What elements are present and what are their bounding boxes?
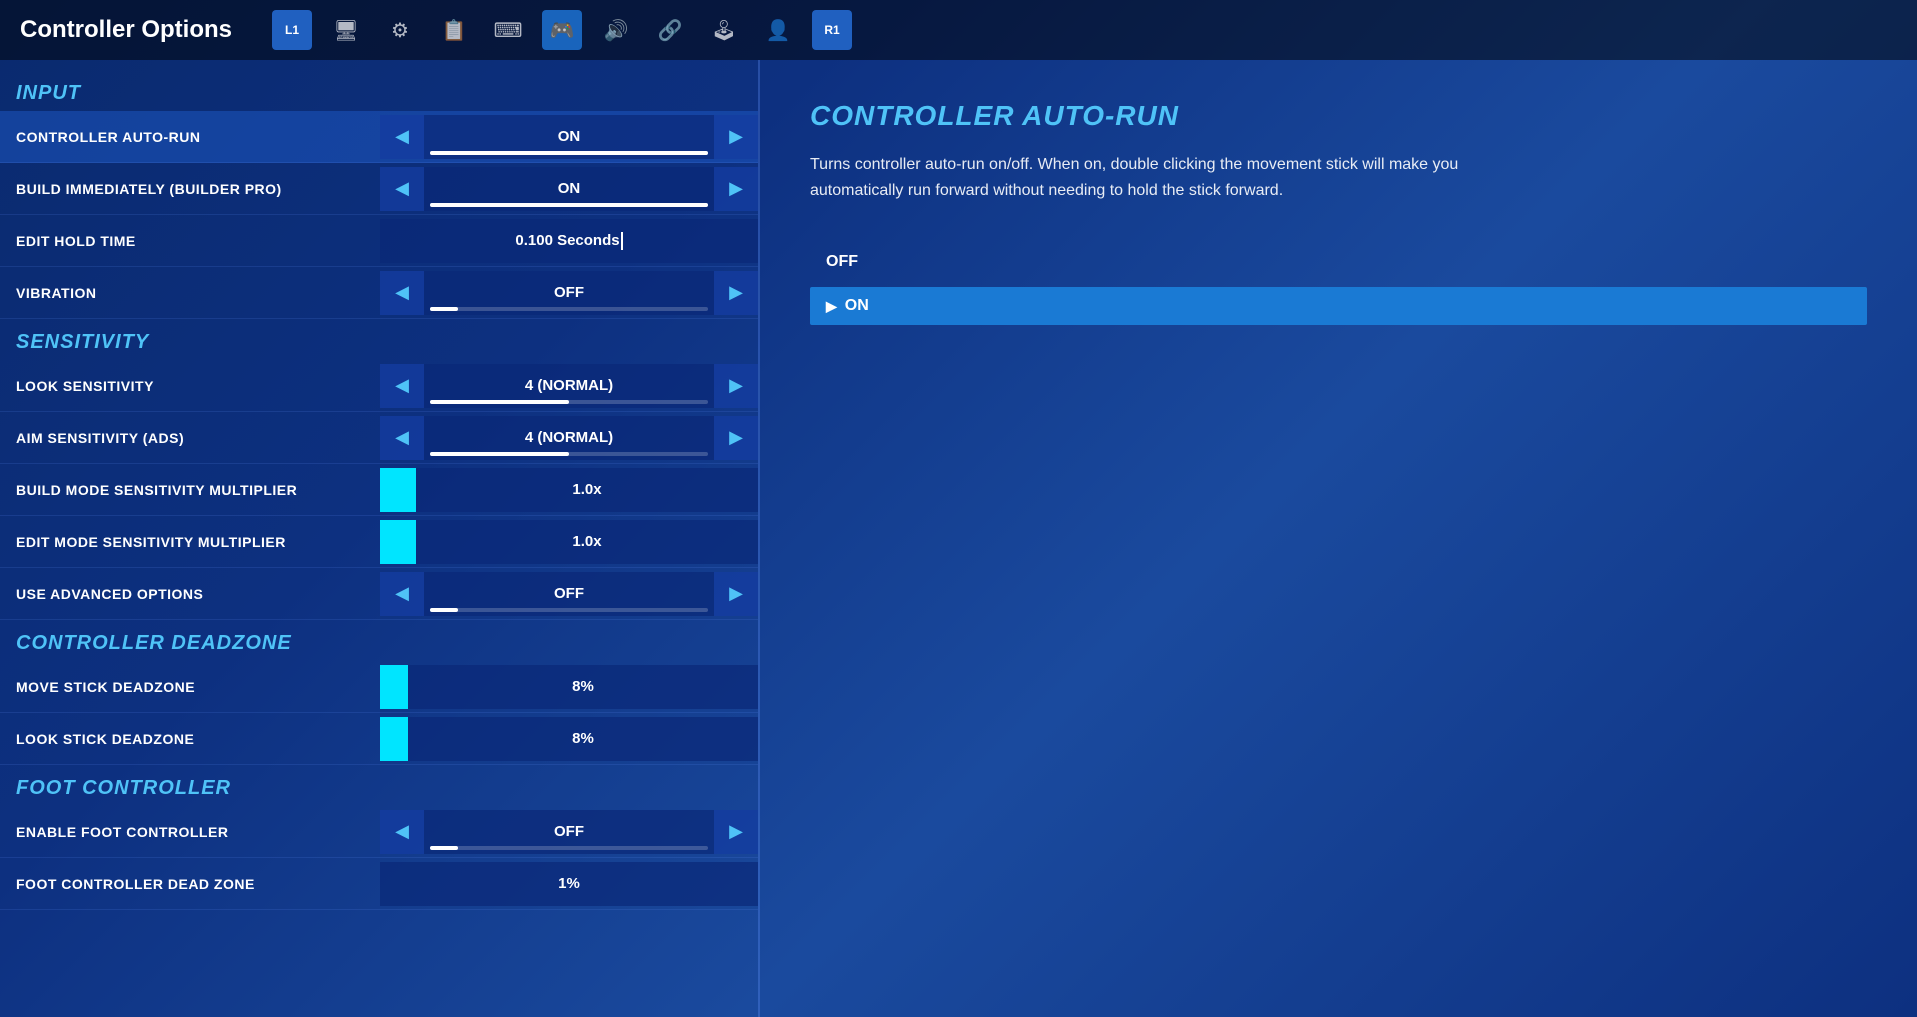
row-build-immediately[interactable]: BUILD IMMEDIATELY (BUILDER PRO)◀ON▶: [0, 163, 758, 215]
monitor-icon[interactable]: 🖥: [326, 10, 366, 50]
speaker-icon[interactable]: 🔊: [596, 10, 636, 50]
section-header-input: INPUT: [0, 70, 758, 111]
row-edit-mode-multiplier[interactable]: EDIT MODE SENSITIVITY MULTIPLIER 1.0x: [0, 516, 758, 568]
value-build-mode-multiplier: 1.0x: [416, 481, 758, 498]
label-look-stick-deadzone: LOOK STICK DEADZONE: [0, 721, 380, 757]
option-list: OFF ▶ON: [810, 243, 1867, 325]
right-panel: CONTROLLER AUTO-RUN Turns controller aut…: [760, 60, 1917, 1017]
row-edit-hold-time[interactable]: EDIT HOLD TIME0.100 Seconds: [0, 215, 758, 267]
main-layout: INPUTCONTROLLER AUTO-RUN◀ON▶BUILD IMMEDI…: [0, 60, 1917, 1017]
value-look-stick-deadzone: 8%: [408, 730, 758, 747]
row-look-stick-deadzone[interactable]: LOOK STICK DEADZONE 8%: [0, 713, 758, 765]
nav-icons: L1 🖥 ⚙ 📋 ⌨ 🎮 🔊 🔗 🕹 👤 R1: [272, 10, 852, 50]
user-icon[interactable]: 👤: [758, 10, 798, 50]
arrow-right-controller-auto-run[interactable]: ▶: [714, 115, 758, 159]
value-enable-foot-controller: OFF: [424, 810, 714, 854]
keyboard-icon[interactable]: ⌨: [488, 10, 528, 50]
gear-icon[interactable]: ⚙: [380, 10, 420, 50]
section-header-sensitivity: SENSITIVITY: [0, 319, 758, 360]
arrow-left-look-sensitivity[interactable]: ◀: [380, 364, 424, 408]
label-foot-controller-dead-zone: FOOT CONTROLLER DEAD ZONE: [0, 866, 380, 902]
R1-badge[interactable]: R1: [812, 10, 852, 50]
row-vibration[interactable]: VIBRATION◀OFF▶: [0, 267, 758, 319]
arrow-right-aim-sensitivity[interactable]: ▶: [714, 416, 758, 460]
arrow-left-build-immediately[interactable]: ◀: [380, 167, 424, 211]
bar-control-edit-mode-multiplier[interactable]: 1.0x: [380, 520, 758, 564]
deadzone-control-look-stick-deadzone[interactable]: 8%: [380, 717, 758, 761]
section-header-foot-controller: FOOT CONTROLLER: [0, 765, 758, 806]
row-look-sensitivity[interactable]: LOOK SENSITIVITY◀4 (NORMAL)▶: [0, 360, 758, 412]
arrow-left-vibration[interactable]: ◀: [380, 271, 424, 315]
arrow-left-controller-auto-run[interactable]: ◀: [380, 115, 424, 159]
page-title: Controller Options: [20, 16, 232, 44]
text-input-foot-controller-dead-zone[interactable]: 1%: [380, 862, 758, 906]
label-build-mode-multiplier: BUILD MODE SENSITIVITY MULTIPLIER: [0, 472, 380, 508]
arrow-right-use-advanced-options[interactable]: ▶: [714, 572, 758, 616]
value-vibration: OFF: [424, 271, 714, 315]
label-controller-auto-run: CONTROLLER AUTO-RUN: [0, 119, 380, 155]
top-bar: Controller Options L1 🖥 ⚙ 📋 ⌨ 🎮 🔊 🔗 🕹 👤 …: [0, 0, 1917, 60]
arrow-right-enable-foot-controller[interactable]: ▶: [714, 810, 758, 854]
label-enable-foot-controller: ENABLE FOOT CONTROLLER: [0, 814, 380, 850]
arrow-right-build-immediately[interactable]: ▶: [714, 167, 758, 211]
bar-control-build-mode-multiplier[interactable]: 1.0x: [380, 468, 758, 512]
row-enable-foot-controller[interactable]: ENABLE FOOT CONTROLLER◀OFF▶: [0, 806, 758, 858]
text-input-edit-hold-time[interactable]: 0.100 Seconds: [380, 219, 758, 263]
controller-icon[interactable]: 🎮: [542, 10, 582, 50]
row-foot-controller-dead-zone[interactable]: FOOT CONTROLLER DEAD ZONE1%: [0, 858, 758, 910]
section-header-controller-deadzone: CONTROLLER DEADZONE: [0, 620, 758, 661]
row-controller-auto-run[interactable]: CONTROLLER AUTO-RUN◀ON▶: [0, 111, 758, 163]
option-on[interactable]: ▶ON: [810, 287, 1867, 325]
left-panel: INPUTCONTROLLER AUTO-RUN◀ON▶BUILD IMMEDI…: [0, 60, 760, 1017]
label-look-sensitivity: LOOK SENSITIVITY: [0, 368, 380, 404]
L1-badge[interactable]: L1: [272, 10, 312, 50]
network-icon[interactable]: 🔗: [650, 10, 690, 50]
label-aim-sensitivity: AIM SENSITIVITY (ADS): [0, 420, 380, 456]
detail-description: Turns controller auto-run on/off. When o…: [810, 152, 1510, 203]
detail-title: CONTROLLER AUTO-RUN: [810, 100, 1867, 132]
arrow-right-look-sensitivity[interactable]: ▶: [714, 364, 758, 408]
arrow-left-enable-foot-controller[interactable]: ◀: [380, 810, 424, 854]
gamepad-icon[interactable]: 🕹: [704, 10, 744, 50]
value-look-sensitivity: 4 (NORMAL): [424, 364, 714, 408]
value-aim-sensitivity: 4 (NORMAL): [424, 416, 714, 460]
arrow-left-use-advanced-options[interactable]: ◀: [380, 572, 424, 616]
value-build-immediately: ON: [424, 167, 714, 211]
row-aim-sensitivity[interactable]: AIM SENSITIVITY (ADS)◀4 (NORMAL)▶: [0, 412, 758, 464]
option-off[interactable]: OFF: [810, 243, 1867, 281]
label-edit-mode-multiplier: EDIT MODE SENSITIVITY MULTIPLIER: [0, 524, 380, 560]
value-controller-auto-run: ON: [424, 115, 714, 159]
label-move-stick-deadzone: MOVE STICK DEADZONE: [0, 669, 380, 705]
value-use-advanced-options: OFF: [424, 572, 714, 616]
doc-icon[interactable]: 📋: [434, 10, 474, 50]
deadzone-control-move-stick-deadzone[interactable]: 8%: [380, 665, 758, 709]
row-build-mode-multiplier[interactable]: BUILD MODE SENSITIVITY MULTIPLIER 1.0x: [0, 464, 758, 516]
label-vibration: VIBRATION: [0, 275, 380, 311]
label-use-advanced-options: USE ADVANCED OPTIONS: [0, 576, 380, 612]
arrow-right-vibration[interactable]: ▶: [714, 271, 758, 315]
label-build-immediately: BUILD IMMEDIATELY (BUILDER PRO): [0, 171, 380, 207]
arrow-left-aim-sensitivity[interactable]: ◀: [380, 416, 424, 460]
row-use-advanced-options[interactable]: USE ADVANCED OPTIONS◀OFF▶: [0, 568, 758, 620]
row-move-stick-deadzone[interactable]: MOVE STICK DEADZONE 8%: [0, 661, 758, 713]
value-edit-mode-multiplier: 1.0x: [416, 533, 758, 550]
label-edit-hold-time: EDIT HOLD TIME: [0, 223, 380, 259]
value-move-stick-deadzone: 8%: [408, 678, 758, 695]
